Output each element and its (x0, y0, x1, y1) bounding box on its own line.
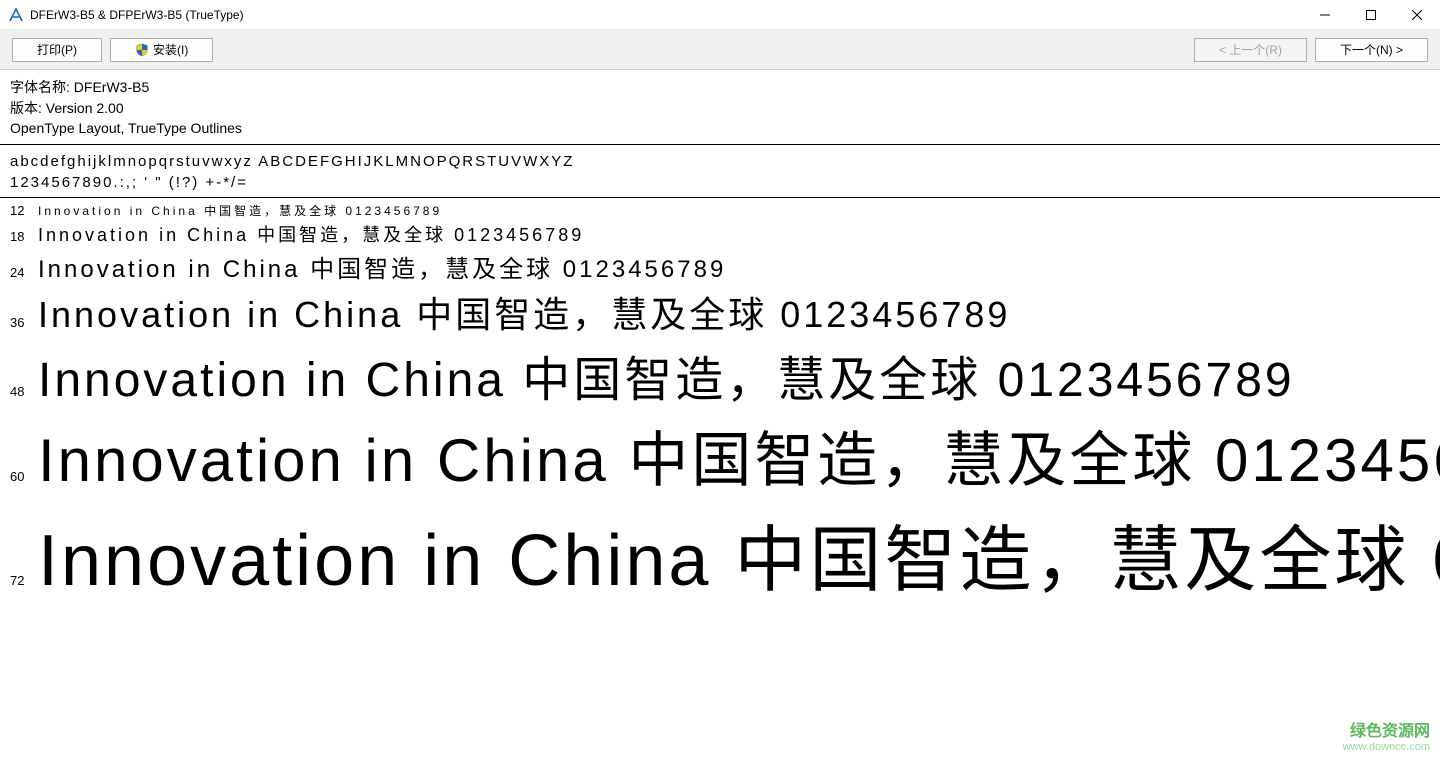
sample-size-label: 48 (10, 384, 38, 399)
print-button[interactable]: 打印(P) (12, 38, 102, 62)
charset-numbers-symbols: 1234567890.:,; ' " (!?) +-*/= (10, 172, 1430, 193)
sample-size-label: 60 (10, 469, 38, 484)
prev-label: < 上一个(R) (1219, 41, 1282, 58)
prev-button[interactable]: < 上一个(R) (1194, 38, 1307, 62)
sample-text: Innovation in China 中国智造，慧及全球 0123456789 (38, 249, 726, 284)
font-info: 字体名称: DFErW3-B5 版本: Version 2.00 OpenTyp… (0, 70, 1440, 145)
minimize-button[interactable] (1302, 0, 1348, 29)
sample-size-label: 24 (10, 265, 38, 280)
watermark: 绿色资源网 www.downcc.com (1343, 723, 1430, 753)
font-version: 版本: Version 2.00 (10, 99, 1430, 119)
sample-row-36: 36Innovation in China 中国智造，慧及全球 01234567… (10, 286, 1430, 338)
sample-size-label: 12 (10, 203, 38, 218)
app-icon (8, 7, 24, 23)
sample-size-label: 18 (10, 229, 38, 244)
sample-row-72: 72Innovation in China 中国智造，慧及全球 01234567… (10, 501, 1430, 606)
sample-row-48: 48Innovation in China 中国智造，慧及全球 01234567… (10, 340, 1430, 410)
charset-preview: abcdefghijklmnopqrstuvwxyz ABCDEFGHIJKLM… (0, 145, 1440, 198)
sample-row-18: 18Innovation in China 中国智造，慧及全球 01234567… (10, 221, 1430, 247)
sample-row-24: 24Innovation in China 中国智造，慧及全球 01234567… (10, 249, 1430, 284)
sample-size-label: 72 (10, 573, 38, 588)
next-label: 下一个(N) > (1340, 41, 1403, 58)
toolbar: 打印(P) 安装(I) < 上一个(R) 下一个(N) > (0, 30, 1440, 70)
font-name: 字体名称: DFErW3-B5 (10, 78, 1430, 98)
watermark-text: 绿色资源网 (1343, 723, 1430, 741)
sample-text: Innovation in China 中国智造，慧及全球 0123456789 (38, 340, 1295, 410)
sample-text: Innovation in China 中国智造，慧及全球 0123456789 (38, 286, 1010, 338)
shield-icon (135, 43, 149, 57)
sample-text: Innovation in China 中国智造，慧及全球 0123456789 (38, 202, 442, 219)
maximize-button[interactable] (1348, 0, 1394, 29)
sample-row-60: 60Innovation in China 中国智造，慧及全球 01234567… (10, 412, 1430, 499)
font-samples: 12Innovation in China 中国智造，慧及全球 01234567… (0, 198, 1440, 612)
sample-text: Innovation in China 中国智造，慧及全球 0123456789 (38, 501, 1440, 606)
charset-lowercase-uppercase: abcdefghijklmnopqrstuvwxyz ABCDEFGHIJKLM… (10, 151, 1430, 172)
print-label: 打印(P) (37, 41, 77, 58)
window-controls (1302, 0, 1440, 29)
watermark-url: www.downcc.com (1343, 741, 1430, 753)
install-button[interactable]: 安装(I) (110, 38, 213, 62)
window-title: DFErW3-B5 & DFPErW3-B5 (TrueType) (30, 8, 1302, 22)
close-button[interactable] (1394, 0, 1440, 29)
next-button[interactable]: 下一个(N) > (1315, 38, 1428, 62)
font-layout: OpenType Layout, TrueType Outlines (10, 119, 1430, 139)
sample-text: Innovation in China 中国智造，慧及全球 0123456789 (38, 412, 1440, 499)
titlebar: DFErW3-B5 & DFPErW3-B5 (TrueType) (0, 0, 1440, 30)
sample-row-12: 12Innovation in China 中国智造，慧及全球 01234567… (10, 202, 1430, 219)
sample-size-label: 36 (10, 315, 38, 330)
sample-text: Innovation in China 中国智造，慧及全球 0123456789 (38, 221, 584, 247)
install-label: 安装(I) (153, 41, 188, 58)
